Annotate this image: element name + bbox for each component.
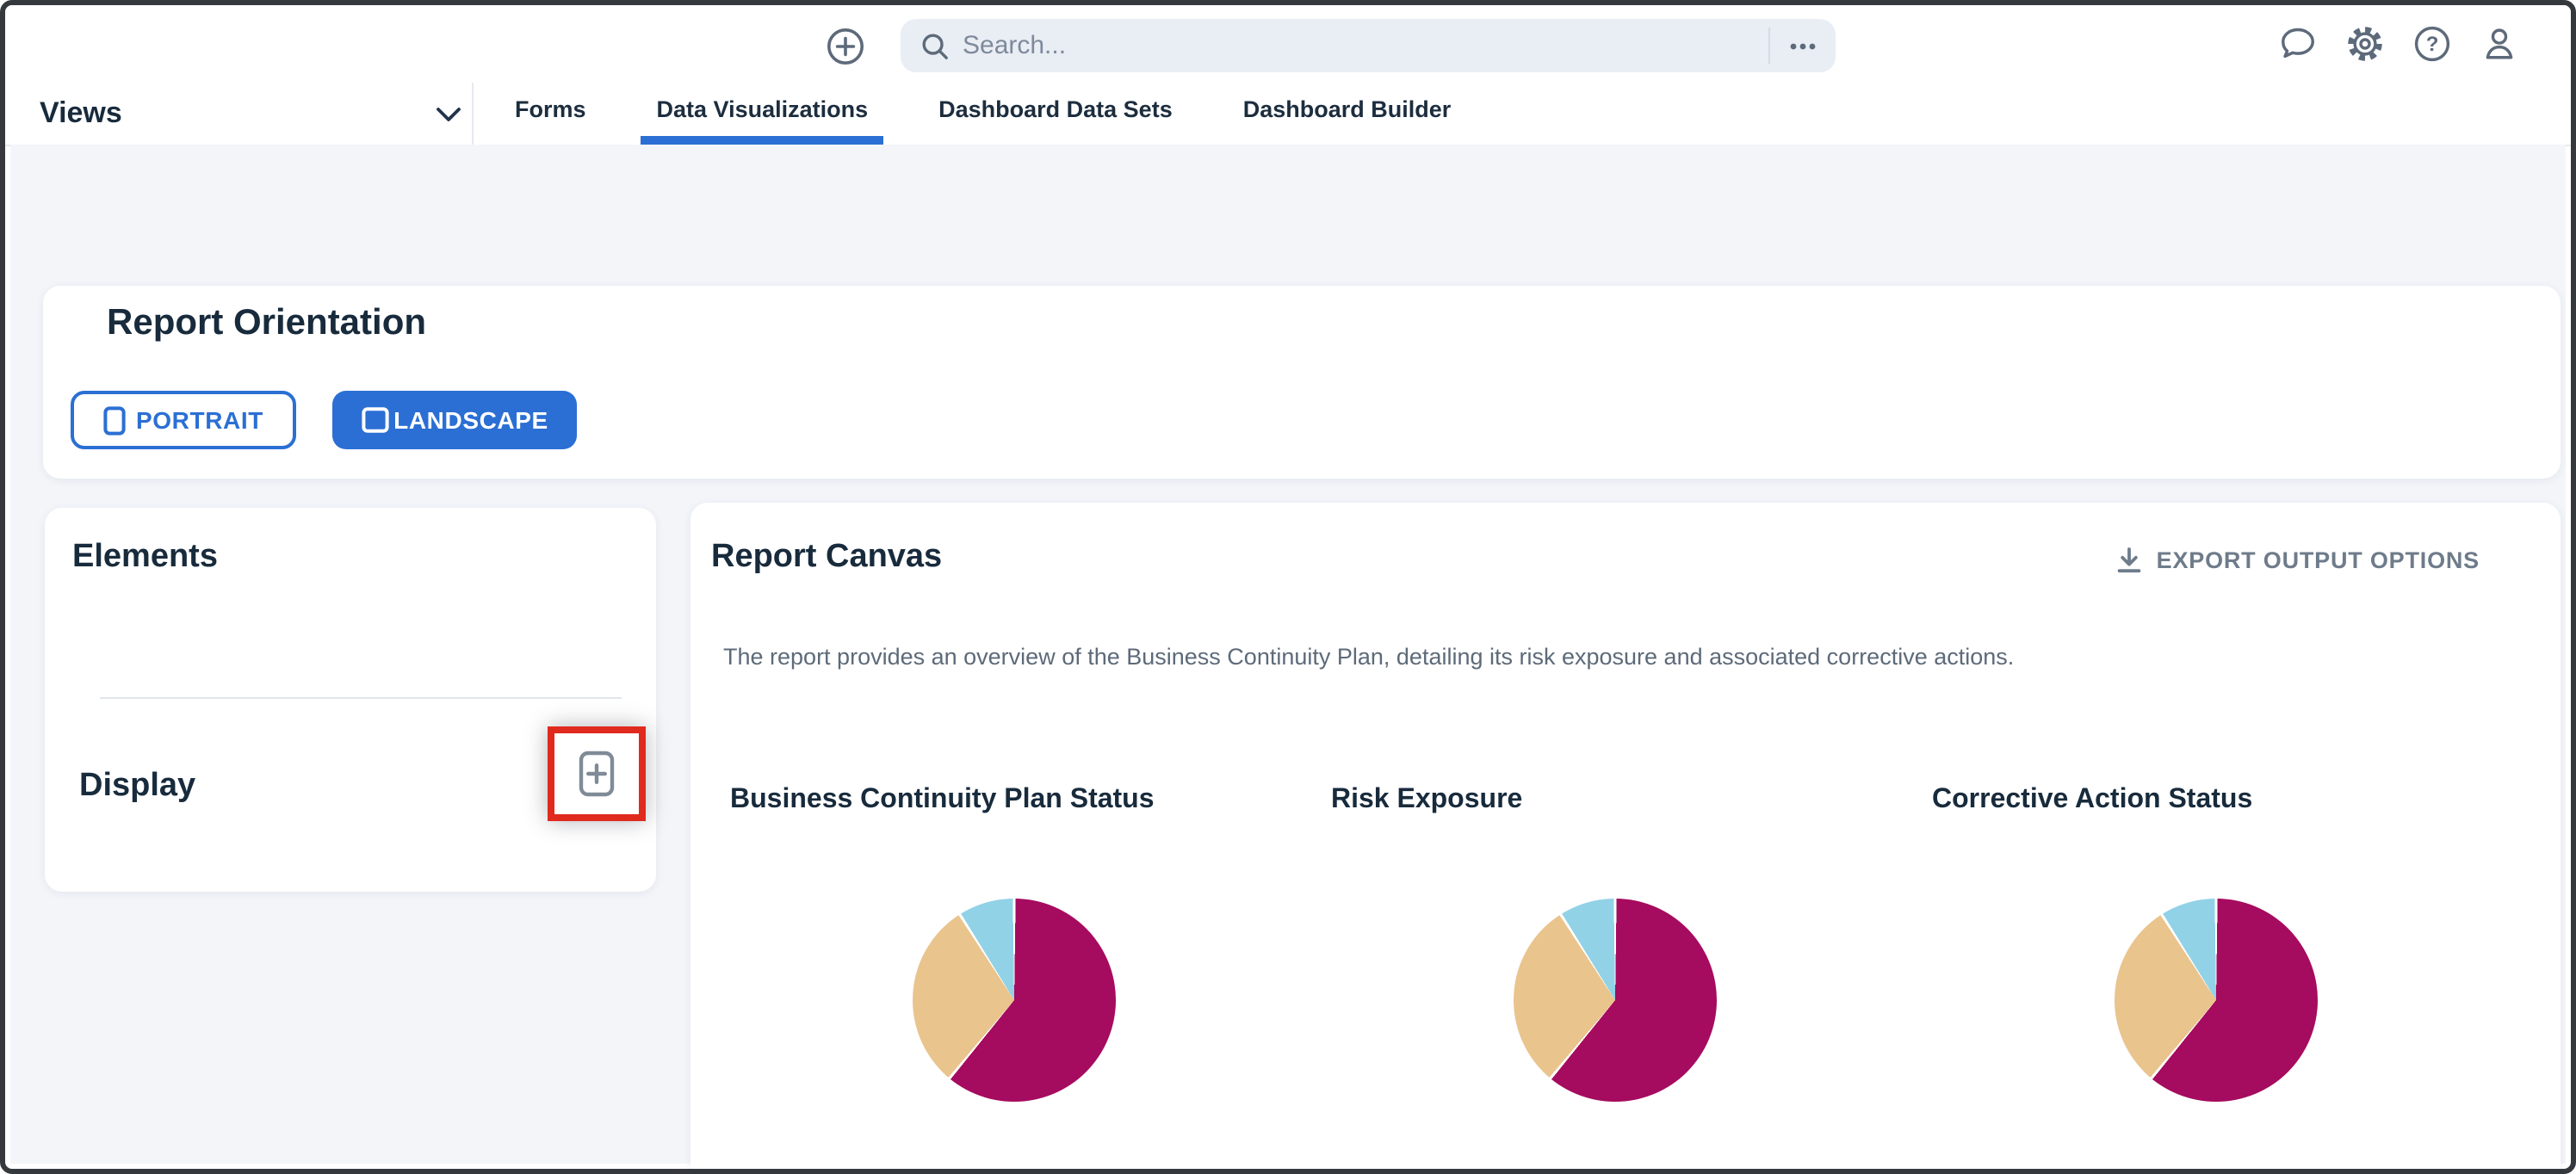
ellipsis-icon — [1789, 40, 1817, 51]
portrait-rectangle-icon — [103, 405, 126, 435]
chat-icon — [2278, 24, 2318, 64]
portrait-button-label: PORTRAIT — [136, 406, 263, 434]
elements-title: Elements — [72, 539, 218, 577]
plus-circle-icon — [827, 28, 864, 65]
window-frame: Search... — [0, 0, 2576, 1174]
tab-dashboard-data-sets[interactable]: Dashboard Data Sets — [923, 83, 1188, 145]
views-label: Views — [40, 96, 122, 131]
tab-dashboard-builder[interactable]: Dashboard Builder — [1228, 83, 1467, 145]
tab-forms[interactable]: Forms — [499, 83, 602, 145]
help-icon: ? — [2412, 24, 2452, 64]
user-button[interactable] — [2480, 24, 2519, 64]
elements-panel: Elements Display — [45, 508, 656, 892]
chevron-down-icon — [436, 106, 461, 121]
tabs: Forms Data Visualizations Dashboard Data… — [499, 83, 1466, 145]
chart-title: Business Continuity Plan Status — [713, 785, 1314, 823]
settings-button[interactable] — [2345, 24, 2385, 64]
portrait-button[interactable]: PORTRAIT — [71, 391, 296, 449]
add-display-annotation-box[interactable] — [548, 726, 646, 821]
chart-corrective-action: Corrective Action Status Slice 1Slice 2S… — [1915, 785, 2516, 1174]
chart-risk-exposure: Risk Exposure Slice 1Slice 2Slice 3 — [1314, 785, 1915, 1174]
chart-title: Corrective Action Status — [1915, 785, 2516, 823]
export-output-options-label: EXPORT OUTPUT OPTIONS — [2157, 547, 2480, 573]
search-input[interactable]: Search... — [963, 31, 1768, 60]
search-bar[interactable]: Search... — [901, 19, 1836, 72]
search-more-button[interactable] — [1770, 40, 1836, 51]
export-output-options-button[interactable]: EXPORT OUTPUT OPTIONS — [2115, 546, 2480, 575]
svg-text:?: ? — [2426, 33, 2439, 56]
topbar-actions: ? — [2278, 24, 2519, 64]
pie-chart — [2114, 899, 2317, 1102]
tabbar-divider — [472, 83, 474, 145]
report-description: The report provides an overview of the B… — [723, 644, 2014, 670]
landscape-rectangle-icon — [361, 406, 388, 434]
user-icon — [2480, 24, 2519, 64]
page-content: Report Orientation PORTRAIT — [10, 145, 2566, 1164]
chart-bcp-status: Business Continuity Plan Status Slice 1S… — [713, 785, 1314, 1174]
pie-chart — [1513, 899, 1716, 1102]
orientation-buttons: PORTRAIT LANDSCAPE — [71, 391, 577, 449]
charts-row: Business Continuity Plan Status Slice 1S… — [713, 785, 2516, 1174]
report-orientation-title: Report Orientation — [107, 303, 426, 344]
file-plus-icon — [579, 751, 615, 797]
elements-divider — [100, 697, 622, 699]
help-button[interactable]: ? — [2412, 24, 2452, 64]
pie-chart — [912, 899, 1115, 1102]
search-icon — [921, 32, 949, 59]
topbar: Search... — [5, 5, 2571, 83]
chart-title: Risk Exposure — [1314, 785, 1915, 823]
landscape-button-label: LANDSCAPE — [393, 406, 548, 434]
report-canvas-title: Report Canvas — [711, 539, 942, 577]
tab-data-visualizations[interactable]: Data Visualizations — [641, 83, 884, 145]
report-canvas-panel: Report Canvas EXPORT OUTPUT OPTIONS The … — [690, 503, 2561, 1174]
views-dropdown[interactable]: Views — [40, 83, 461, 145]
app-screen: Search... — [0, 0, 2576, 1174]
gear-icon — [2345, 24, 2385, 64]
add-button[interactable] — [827, 28, 864, 65]
display-label: Display — [79, 768, 195, 806]
report-orientation-section: Report Orientation PORTRAIT — [43, 286, 2561, 479]
tab-bar: Views Forms Data Visualizations Dashboar… — [5, 83, 2571, 146]
chat-button[interactable] — [2278, 24, 2318, 64]
download-icon — [2115, 546, 2145, 575]
landscape-button[interactable]: LANDSCAPE — [332, 391, 577, 449]
